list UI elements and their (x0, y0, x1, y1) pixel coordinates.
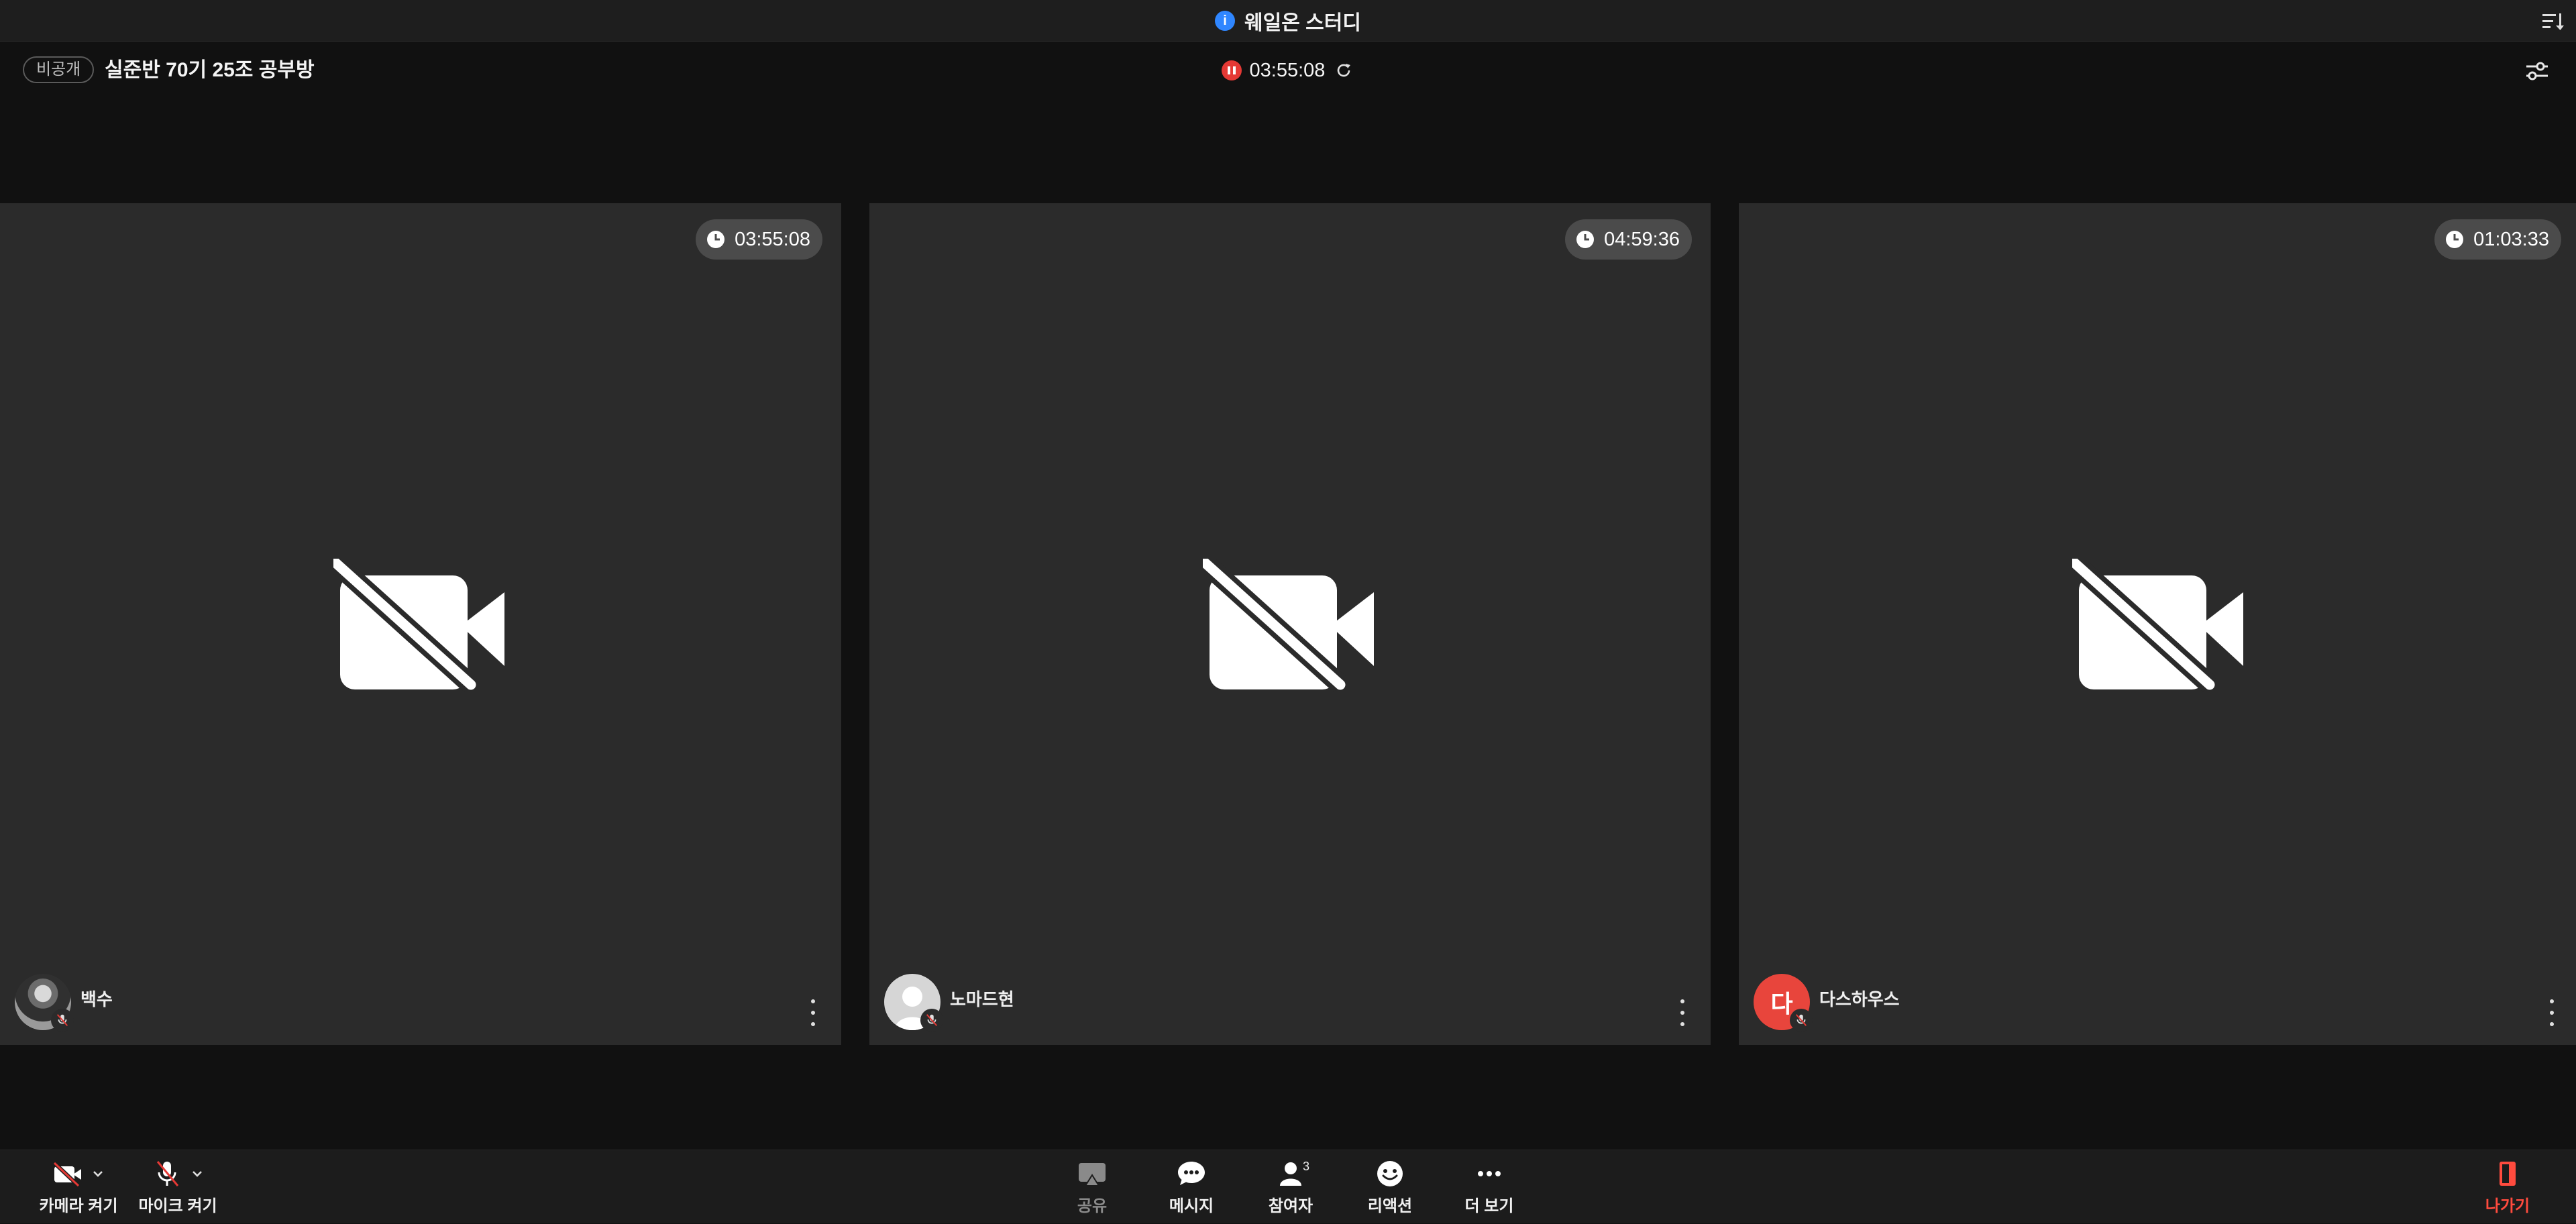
mic-toggle-label: 마이크 켜기 (138, 1197, 217, 1215)
reaction-label: 리액션 (1367, 1197, 1413, 1215)
clock-icon (707, 231, 725, 248)
exit-door-icon (2500, 1161, 2516, 1186)
room-timer-value: 03:55:08 (1249, 59, 1326, 81)
more-vertical-icon[interactable] (808, 999, 818, 1026)
settings-sliders-icon[interactable] (2522, 56, 2552, 86)
chevron-down-icon[interactable] (91, 1166, 105, 1181)
participant-timer: 03:55:08 (696, 219, 822, 260)
message-label: 메시지 (1169, 1197, 1214, 1215)
participant-info: 백수 (15, 974, 113, 1032)
participant-timer-value: 03:55:08 (735, 228, 810, 250)
more-horizontal-icon (1478, 1170, 1501, 1176)
bottom-toolbar: 카메라 켜기 마이크 켜기 공유 메시지 3 참여자 리액션 더 보기 나가기 (0, 1150, 2576, 1223)
participant-tile: 01:03:33 다 다스하우스 (1739, 203, 2576, 1045)
mic-off-icon (51, 1009, 74, 1032)
info-icon[interactable]: i (1215, 11, 1236, 31)
camera-off-icon (52, 1161, 81, 1187)
participant-info: 다 다스하우스 (1754, 974, 1900, 1032)
camera-toggle-button[interactable]: 카메라 켜기 (35, 1150, 122, 1224)
screen-share-icon (1079, 1162, 1106, 1186)
window-title: 웨일온 스터디 (1244, 12, 1361, 34)
avatar[interactable]: 다 (1754, 974, 1813, 1032)
pause-icon[interactable] (1221, 60, 1242, 80)
refresh-icon[interactable] (1333, 60, 1354, 81)
more-vertical-icon[interactable] (2546, 999, 2557, 1026)
participant-timer-value: 01:03:33 (2473, 228, 2549, 250)
participant-timer-value: 04:59:36 (1604, 228, 1680, 250)
avatar[interactable] (15, 974, 74, 1032)
reaction-button[interactable]: 리액션 (1356, 1150, 1424, 1224)
participants-button[interactable]: 3 참여자 (1257, 1150, 1324, 1224)
camera-off-icon (1203, 559, 1374, 693)
more-vertical-icon[interactable] (1677, 999, 1688, 1026)
avatar[interactable] (884, 974, 943, 1032)
chevron-down-icon[interactable] (190, 1166, 205, 1181)
participants-count: 3 (1303, 1160, 1310, 1173)
share-button[interactable]: 공유 (1059, 1150, 1126, 1224)
mic-off-icon (920, 1009, 943, 1032)
camera-off-icon (2072, 559, 2243, 693)
title-bar-center: i 웨일온 스터디 (0, 0, 2576, 42)
mic-toggle-button[interactable]: 마이크 켜기 (134, 1150, 221, 1224)
message-button[interactable]: 메시지 (1158, 1150, 1225, 1224)
person-icon (1280, 1162, 1301, 1186)
more-label: 더 보기 (1464, 1197, 1514, 1215)
mic-off-icon (1790, 1009, 1813, 1032)
participant-name: 다스하우스 (1819, 989, 1900, 1009)
sort-list-icon[interactable] (2540, 8, 2567, 35)
title-bar: i 웨일온 스터디 (0, 0, 2576, 42)
clock-icon (2446, 231, 2464, 248)
share-label: 공유 (1077, 1197, 1108, 1215)
participant-timer: 04:59:36 (1565, 219, 1692, 260)
camera-off-icon (333, 559, 504, 693)
participant-timer: 01:03:33 (2434, 219, 2561, 260)
leave-button[interactable]: 나가기 (2474, 1150, 2541, 1224)
participant-tile: 03:55:08 백수 (0, 203, 841, 1045)
room-timer: 03:55:08 (0, 56, 2576, 85)
chat-bubble-icon (1178, 1161, 1205, 1185)
clock-icon (1576, 231, 1595, 248)
camera-toggle-label: 카메라 켜기 (39, 1197, 118, 1215)
participants-label: 참여자 (1268, 1197, 1313, 1215)
leave-label: 나가기 (2485, 1197, 2530, 1215)
room-header: 비공개 실준반 70기 25조 공부방 03:55:08 (0, 42, 2576, 99)
more-button[interactable]: 더 보기 (1456, 1150, 1523, 1224)
participant-tile: 04:59:36 노마드현 (869, 203, 1711, 1045)
participant-name: 노마드현 (950, 989, 1014, 1009)
participant-name: 백수 (80, 989, 113, 1009)
mic-off-icon (156, 1160, 179, 1186)
participant-info: 노마드현 (884, 974, 1014, 1032)
smiley-face-icon (1377, 1160, 1403, 1186)
